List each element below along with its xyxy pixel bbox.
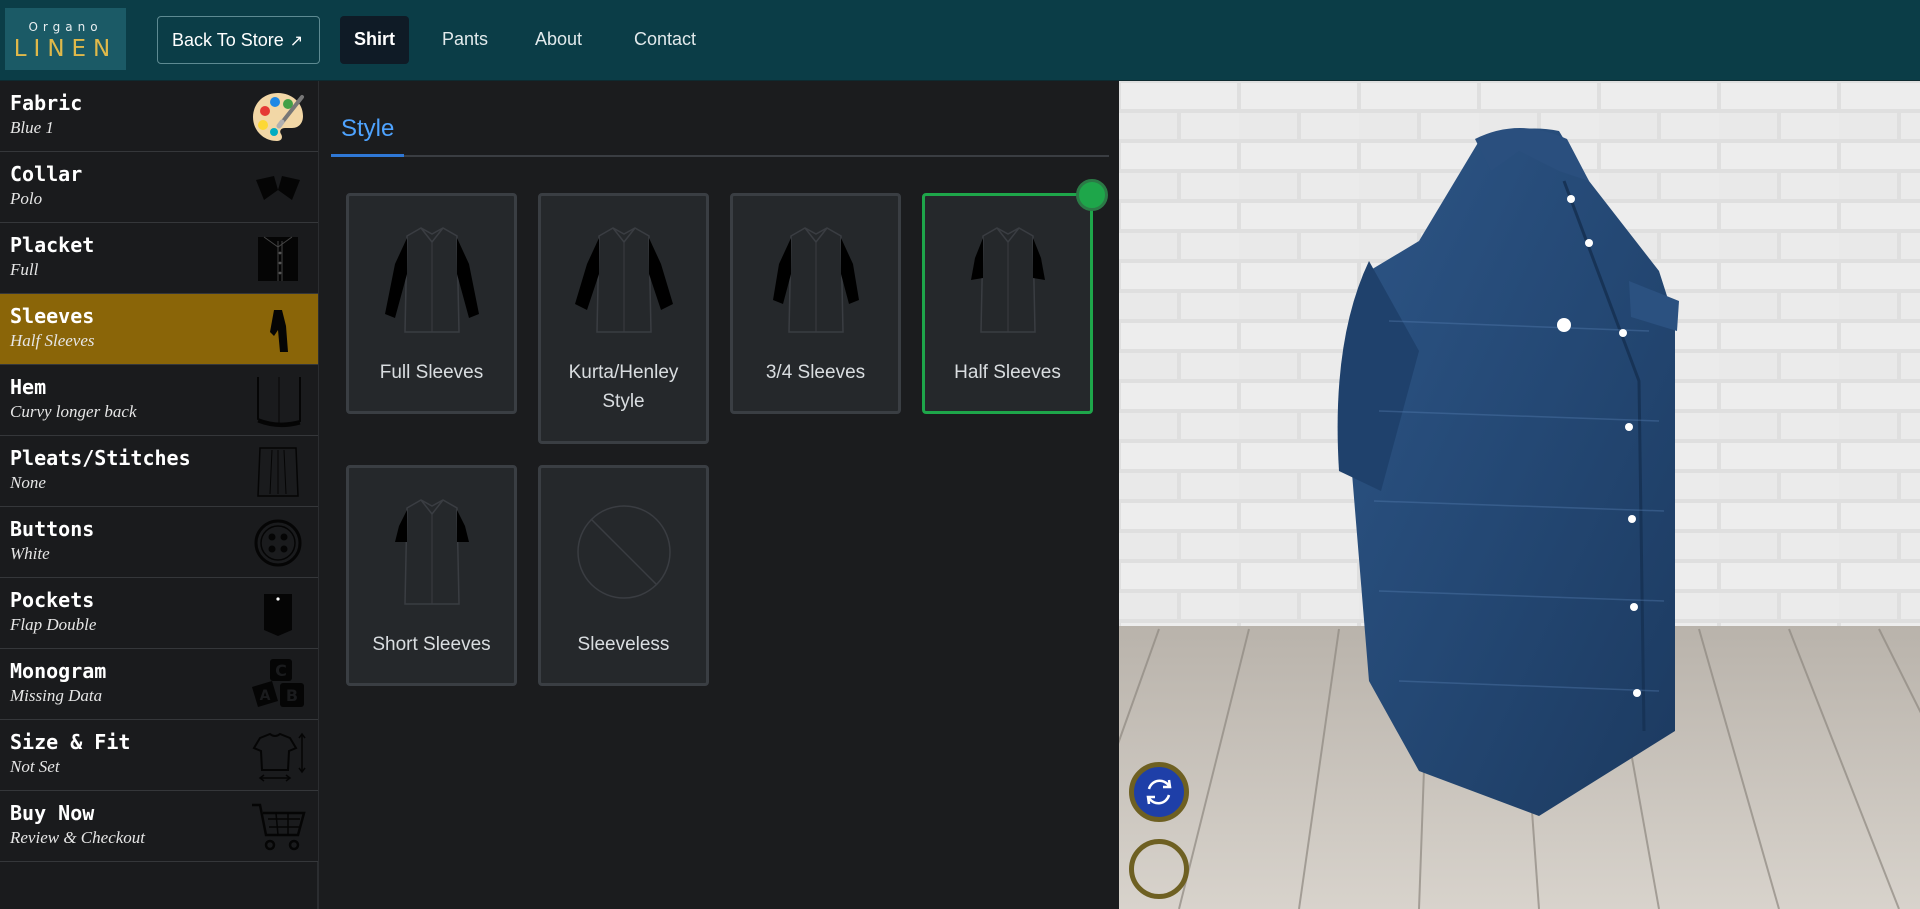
option-label: Kurta/Henley Style	[568, 362, 679, 412]
sidebar-item-monogram[interactable]: Monogram Missing Data C B A	[0, 649, 318, 720]
sidebar-item-buy-now[interactable]: Buy Now Review & Checkout	[0, 791, 318, 862]
sidebar-item-buttons[interactable]: Buttons White	[0, 507, 318, 578]
shirt-short-sleeves-icon	[395, 499, 469, 605]
option-label: Full Sleeves	[379, 362, 484, 383]
none-prohibited-icon	[577, 505, 671, 599]
sidebar-item-title: Fabric	[10, 91, 83, 115]
nav-pants[interactable]: Pants	[428, 16, 502, 64]
option-label: Half Sleeves	[954, 362, 1061, 383]
sidebar-item-title: Collar	[10, 162, 83, 186]
sidebar-item-value: Flap Double	[10, 615, 97, 634]
logo-top-text: Organo	[28, 20, 103, 34]
sidebar-item-collar[interactable]: Collar Polo	[0, 152, 318, 223]
sidebar-item-value: Curvy longer back	[10, 402, 137, 421]
logo-main-text: LINEN	[13, 36, 118, 62]
selected-check-indicator	[1076, 179, 1108, 211]
panel-tab-bar: Style	[331, 81, 1109, 157]
sidebar-item-value: None	[10, 473, 46, 492]
sidebar-item-title: Pleats/Stitches	[10, 446, 191, 470]
organo-linen-logo[interactable]: Organo LINEN	[5, 8, 126, 70]
shirt-three-quarter-icon	[773, 227, 859, 333]
shirt-3d-preview[interactable]	[1119, 81, 1920, 909]
cart-icon	[252, 803, 306, 851]
sidebar-item-hem[interactable]: Hem Curvy longer back	[0, 365, 318, 436]
sidebar-item-title: Monogram	[10, 659, 107, 683]
tshirt-measure-icon	[252, 732, 306, 782]
secondary-view-button[interactable]	[1129, 839, 1189, 899]
sidebar-item-value: Review & Checkout	[10, 828, 146, 847]
pocket-icon	[264, 594, 292, 636]
shirt-full-sleeves-icon	[385, 227, 479, 333]
button-icon	[254, 519, 302, 567]
option-short-sleeves[interactable]: Short Sleeves	[346, 465, 517, 686]
option-sleeveless[interactable]: Sleeveless	[538, 465, 709, 686]
option-half-sleeves[interactable]: Half Sleeves	[922, 193, 1093, 414]
top-navigation-bar: Organo LINEN Back To Store ↗ Shirt Pants …	[0, 0, 1920, 81]
sidebar-item-value: Polo	[10, 189, 43, 208]
svg-text:C: C	[275, 661, 287, 680]
nav-about[interactable]: About	[521, 16, 596, 64]
options-panel: Style Full Sleeves Kurta/Henley Style 3/…	[319, 81, 1119, 909]
tab-style[interactable]: Style	[331, 109, 405, 157]
preview-scene	[1119, 81, 1920, 909]
sidebar-item-title: Sleeves	[10, 304, 95, 328]
hem-icon	[257, 377, 301, 428]
sidebar-item-pleats[interactable]: Pleats/Stitches None	[0, 436, 318, 507]
sidebar-item-value: White	[10, 544, 50, 563]
shirt-kurta-icon	[575, 227, 673, 333]
svg-text:B: B	[286, 686, 298, 705]
option-label: Sleeveless	[577, 634, 670, 655]
option-full-sleeves[interactable]: Full Sleeves	[346, 193, 517, 414]
option-label: Short Sleeves	[372, 634, 491, 655]
svg-text:A: A	[260, 688, 271, 704]
sidebar-item-placket[interactable]: Placket Full	[0, 223, 318, 294]
sidebar-item-title: Pockets	[10, 588, 95, 612]
nav-contact[interactable]: Contact	[620, 16, 710, 64]
sidebar-item-value: Blue 1	[10, 118, 54, 137]
palette-icon	[253, 93, 304, 141]
sidebar-item-title: Buttons	[10, 517, 95, 541]
rotate-icon	[1146, 779, 1172, 805]
nav-shirt[interactable]: Shirt	[340, 16, 410, 64]
sidebar-item-fabric[interactable]: Fabric Blue 1	[0, 81, 318, 152]
sidebar-item-value: Half Sleeves	[10, 331, 95, 350]
sidebar-item-title: Hem	[10, 375, 47, 399]
sidebar-item-title: Size & Fit	[10, 730, 131, 754]
shirt-half-sleeves-icon	[971, 227, 1045, 333]
monogram-blocks-icon: C B A	[252, 659, 304, 707]
rotate-view-button[interactable]	[1129, 762, 1189, 822]
option-three-quarter-sleeves[interactable]: 3/4 Sleeves	[730, 193, 901, 414]
external-arrow-icon: ↗	[289, 33, 304, 50]
back-to-store-label: Back To Store	[172, 30, 284, 50]
option-kurta-henley[interactable]: Kurta/Henley Style	[538, 193, 709, 444]
option-label: 3/4 Sleeves	[765, 362, 866, 383]
collar-icon	[256, 176, 300, 200]
sidebar-item-pockets[interactable]: Pockets Flap Double	[0, 578, 318, 649]
back-to-store-button[interactable]: Back To Store ↗	[157, 16, 320, 64]
pleats-icon	[257, 447, 299, 497]
sidebar-item-value: Missing Data	[10, 686, 103, 705]
placket-icon	[258, 236, 298, 281]
sidebar-item-sleeves[interactable]: Sleeves Half Sleeves	[0, 294, 318, 365]
sidebar-item-size-fit[interactable]: Size & Fit Not Set	[0, 720, 318, 791]
sidebar-item-title: Placket	[10, 233, 95, 257]
sidebar-item-title: Buy Now	[10, 801, 95, 825]
sidebar-item-value: Full	[10, 260, 39, 279]
customization-sidebar: Fabric Blue 1 Collar Polo Placket Full S…	[0, 81, 319, 909]
sidebar-item-value: Not Set	[10, 757, 60, 776]
sleeve-icon	[270, 310, 288, 352]
